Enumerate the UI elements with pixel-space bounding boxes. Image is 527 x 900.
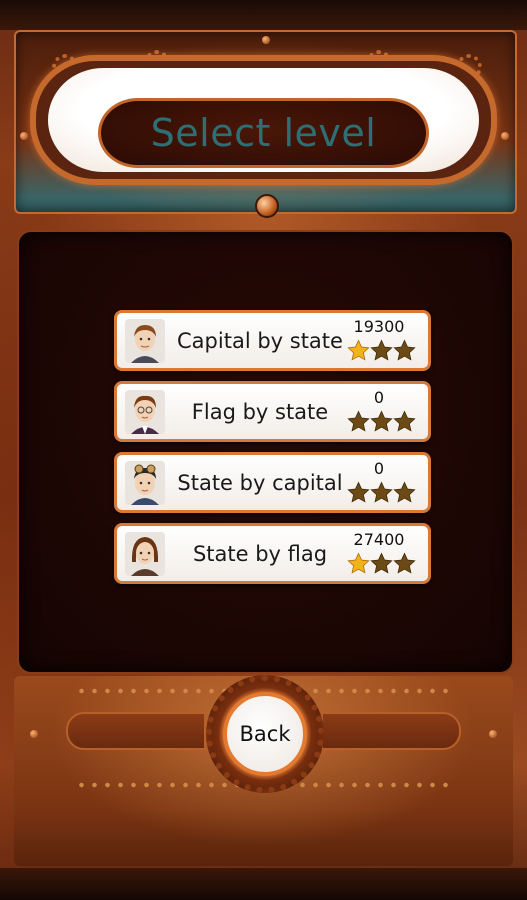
status-bar-area — [0, 0, 527, 30]
level-score: 0 — [373, 388, 385, 407]
level-score: 0 — [373, 459, 385, 478]
star-empty-icon — [392, 552, 416, 574]
star-empty-icon — [369, 552, 393, 574]
star-empty-icon — [369, 410, 393, 432]
level-score: 27400 — [353, 530, 405, 549]
level-label: Capital by state — [177, 328, 343, 353]
level-button-flag-by-state[interactable]: Flag by state 0 — [114, 381, 431, 442]
level-button-state-by-capital[interactable]: State by capital 0 — [114, 452, 431, 513]
star-rating — [346, 410, 416, 436]
star-empty-icon — [392, 339, 416, 361]
level-label: State by capital — [177, 470, 343, 495]
star-empty-icon — [392, 410, 416, 432]
star-empty-icon — [369, 481, 393, 503]
star-empty-icon — [369, 339, 393, 361]
level-score: 19300 — [353, 317, 405, 336]
star-empty-icon — [346, 410, 370, 432]
footer-arm-right — [321, 712, 461, 750]
star-rating — [346, 481, 416, 507]
rivet-icon — [489, 730, 497, 738]
level-button-capital-by-state[interactable]: Capital by state 19300 — [114, 310, 431, 371]
footer-arm-left — [66, 712, 206, 750]
level-label: Flag by state — [191, 399, 329, 424]
rivet-icon — [20, 132, 28, 140]
level-button-state-by-flag[interactable]: State by flag 27400 — [114, 523, 431, 584]
avatar-boy-glasses-icon — [125, 390, 165, 434]
rivet-icon — [501, 132, 509, 140]
title-plate: Select level — [98, 98, 429, 168]
star-rating — [346, 339, 416, 365]
rivet-icon — [262, 36, 270, 44]
rivet-icon — [30, 730, 38, 738]
avatar-boy-icon — [125, 319, 165, 363]
gem-ornament-icon — [255, 194, 279, 218]
page-title: Select level — [150, 111, 377, 155]
back-button[interactable]: Back — [223, 692, 307, 776]
avatar-goggles-icon — [125, 461, 165, 505]
star-empty-icon — [392, 481, 416, 503]
star-empty-icon — [346, 481, 370, 503]
star-filled-icon — [346, 339, 370, 361]
star-filled-icon — [346, 552, 370, 574]
star-rating — [346, 552, 416, 578]
navigation-bar-area — [0, 868, 527, 900]
avatar-girl-icon — [125, 532, 165, 576]
level-label: State by flag — [192, 541, 328, 566]
